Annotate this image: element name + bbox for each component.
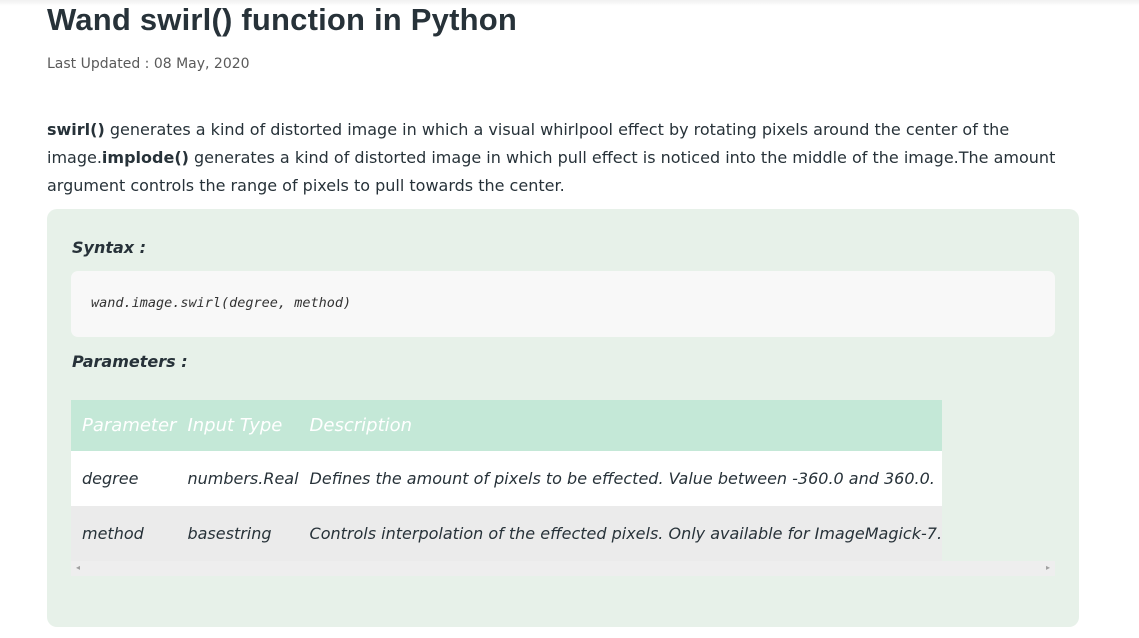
table-header-row: Parameter Input Type Description — [71, 400, 943, 451]
implode-description: generates a kind of distorted image in w… — [47, 148, 1056, 195]
table-row: degree numbers.Real Defines the amount o… — [71, 451, 943, 506]
code-block: wand.image.swirl(degree, method) — [71, 271, 1055, 337]
header-input-type: Input Type — [176, 400, 299, 451]
cell-description: Controls interpolation of the effected p… — [298, 506, 943, 561]
syntax-label: Syntax : — [72, 238, 147, 257]
header-parameter: Parameter — [71, 400, 177, 451]
cell-input-type: basestring — [176, 506, 299, 561]
cell-parameter: degree — [71, 451, 177, 506]
cell-parameter: method — [71, 506, 177, 561]
last-updated: Last Updated : 08 May, 2020 — [47, 56, 250, 72]
scroll-right-icon[interactable]: ▸ — [1046, 563, 1050, 573]
swirl-function-name: swirl() — [47, 120, 105, 139]
cell-description: Defines the amount of pixels to be effec… — [298, 451, 943, 506]
table-row: method basestring Controls interpolation… — [71, 506, 943, 561]
intro-paragraph: swirl() generates a kind of distorted im… — [47, 116, 1079, 200]
syntax-code: wand.image.swirl(degree, method) — [91, 295, 352, 311]
cell-input-type: numbers.Real — [176, 451, 299, 506]
implode-function-name: implode() — [101, 148, 189, 167]
scroll-left-icon[interactable]: ◂ — [76, 563, 80, 573]
header-description: Description — [298, 400, 943, 451]
parameters-table: Parameter Input Type Description degree … — [71, 400, 943, 561]
horizontal-scrollbar[interactable]: ◂ ▸ — [71, 561, 1055, 576]
parameters-label: Parameters : — [72, 352, 188, 371]
page-title: Wand swirl() function in Python — [47, 2, 518, 37]
syntax-box: Syntax : wand.image.swirl(degree, method… — [47, 209, 1079, 627]
parameters-table-container: Parameter Input Type Description degree … — [71, 400, 1055, 576]
